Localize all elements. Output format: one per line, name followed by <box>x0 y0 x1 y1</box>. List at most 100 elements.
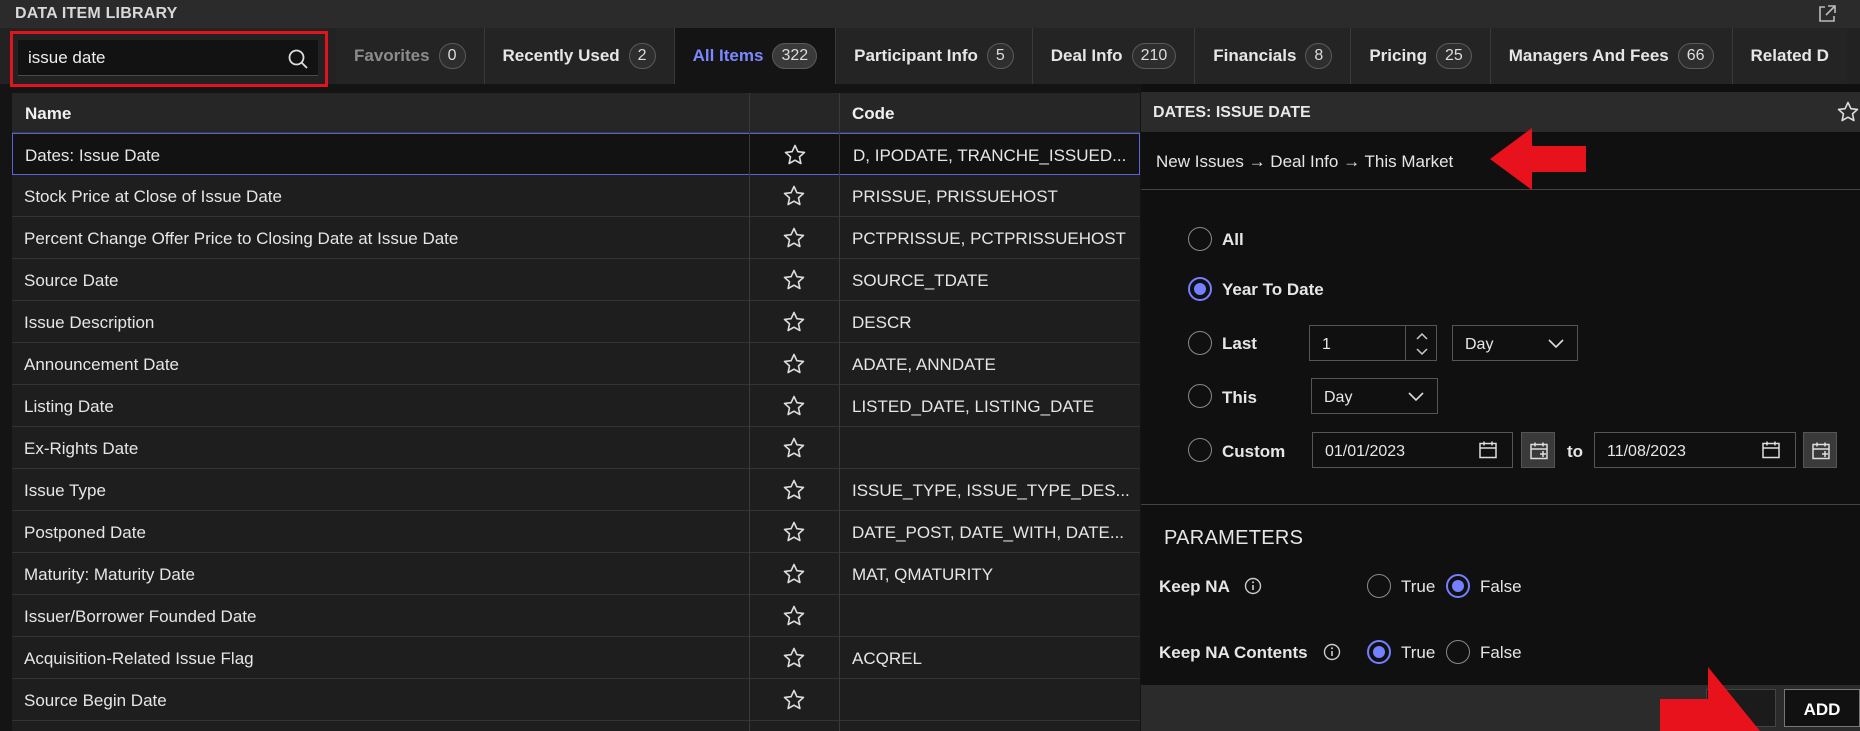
column-header-name[interactable]: Name <box>25 104 71 124</box>
star-icon[interactable] <box>782 352 806 376</box>
info-icon[interactable] <box>1323 643 1341 661</box>
keep-na-false-label: False <box>1480 577 1522 596</box>
popout-icon[interactable] <box>1816 3 1838 25</box>
table-row[interactable]: Issue Description DESCR <box>12 301 1140 343</box>
tab-financials[interactable]: Financials 8 <box>1195 28 1352 84</box>
row-name: Source Date <box>24 271 119 290</box>
breadcrumb: New Issues → Deal Info → This Market <box>1156 152 1454 171</box>
radio-all[interactable] <box>1188 227 1212 251</box>
row-code: DATE_POST, DATE_WITH, DATE... <box>852 523 1125 542</box>
star-icon[interactable] <box>782 436 806 460</box>
add-button[interactable]: ADD <box>1784 689 1860 727</box>
star-icon[interactable] <box>782 520 806 544</box>
radio-custom[interactable] <box>1188 438 1212 462</box>
tab-favorites[interactable]: Favorites 0 <box>336 28 485 84</box>
detail-header: DATES: ISSUE DATE <box>1141 92 1860 132</box>
column-header-code[interactable]: Code <box>852 104 895 124</box>
row-name: Source Begin Date <box>24 691 167 710</box>
keep-na-label: Keep NA <box>1159 577 1230 596</box>
star-icon[interactable] <box>782 394 806 418</box>
search-input[interactable] <box>18 40 318 76</box>
table-row[interactable]: Issue Type ISSUE_TYPE, ISSUE_TYPE_DES... <box>12 469 1140 511</box>
tab-label: Related D <box>1750 46 1829 65</box>
top-bar: Favorites 0 Recently Used 2 All Items 322 P… <box>0 28 1860 87</box>
row-name: Acquisition-Related Issue Flag <box>24 649 254 668</box>
tab-count: 322 <box>772 43 818 69</box>
this-unit-select[interactable]: Day <box>1311 378 1438 414</box>
keep-na-false-radio[interactable] <box>1446 574 1470 598</box>
quantity-stepper[interactable] <box>1405 325 1437 361</box>
radio-label-this: This <box>1222 388 1257 407</box>
arrow-annotation-icon <box>1660 667 1760 731</box>
keep-na-contents-true-radio[interactable] <box>1367 640 1391 664</box>
table-header: Name Code <box>12 93 1140 133</box>
calendar-icon[interactable] <box>1761 440 1781 460</box>
star-icon[interactable] <box>782 562 806 586</box>
star-icon[interactable] <box>782 688 806 712</box>
star-icon[interactable] <box>783 143 807 167</box>
table-row[interactable]: Issuer/Borrower Founded Date <box>12 595 1140 637</box>
table-row[interactable]: Maturity: Maturity Date MAT, QMATURITY <box>12 553 1140 595</box>
table-row[interactable]: Announcement Date ADATE, ANNDATE <box>12 343 1140 385</box>
column-divider <box>749 93 750 731</box>
this-unit-value: Day <box>1324 389 1353 406</box>
row-name: Listing Date <box>24 397 114 416</box>
tab-participant-info[interactable]: Participant Info 5 <box>836 28 1033 84</box>
star-icon[interactable] <box>782 604 806 628</box>
radio-this[interactable] <box>1188 384 1212 408</box>
table-row[interactable]: Percent Change Offer Price to Closing Da… <box>12 217 1140 259</box>
table-row[interactable]: Listing Date LISTED_DATE, LISTING_DATE <box>12 385 1140 427</box>
search-icon[interactable] <box>287 48 309 70</box>
table-row[interactable]: Source Begin Date <box>12 679 1140 721</box>
radio-label-custom: Custom <box>1222 442 1286 461</box>
calendar-icon[interactable] <box>1478 440 1498 460</box>
row-code: SOURCE_TDATE <box>852 271 989 290</box>
tab-deal-info[interactable]: Deal Info 210 <box>1032 28 1196 84</box>
table-row[interactable]: Postponed Date DATE_POST, DATE_WITH, DATE… <box>12 511 1140 553</box>
row-code: ISSUE_TYPE, ISSUE_TYPE_DES... <box>852 481 1130 500</box>
favorite-star-icon[interactable] <box>1836 100 1860 124</box>
calendar-add-button[interactable] <box>1521 432 1555 468</box>
tab-count: 5 <box>986 43 1014 69</box>
star-icon[interactable] <box>782 310 806 334</box>
chevron-up-icon[interactable] <box>1415 331 1429 341</box>
row-code: PRISSUE, PRISSUEHOST <box>852 187 1058 206</box>
info-icon[interactable] <box>1244 577 1262 595</box>
row-name: Maturity: Maturity Date <box>24 565 195 584</box>
keep-na-true-radio[interactable] <box>1367 574 1391 598</box>
tab-all-items[interactable]: All Items 322 <box>674 28 837 84</box>
star-icon[interactable] <box>782 268 806 292</box>
star-icon[interactable] <box>782 478 806 502</box>
tab-related[interactable]: Related D <box>1732 28 1847 84</box>
table-row[interactable]: Ex-Rights Date <box>12 427 1140 469</box>
radio-last[interactable] <box>1188 331 1212 355</box>
keep-na-true-label: True <box>1401 577 1436 596</box>
row-name: Issue Type <box>24 481 106 500</box>
chevron-down-icon[interactable] <box>1415 347 1429 357</box>
row-name: Postponed Date <box>24 523 146 542</box>
table-row[interactable]: Source Date SOURCE_TDATE <box>12 259 1140 301</box>
tab-managers-and-fees[interactable]: Managers And Fees 66 <box>1490 28 1733 84</box>
last-unit-select[interactable]: Day <box>1452 325 1578 361</box>
chevron-down-icon <box>1548 339 1564 349</box>
column-divider <box>839 93 840 731</box>
tab-label: Favorites <box>354 46 430 65</box>
table-row[interactable]: Dates: Issue Date D, IPODATE, TRANCHE_ISS… <box>12 133 1140 175</box>
window-title: DATA ITEM LIBRARY <box>15 5 178 22</box>
tab-count: 2 <box>628 43 656 69</box>
star-icon[interactable] <box>782 646 806 670</box>
tab-recently-used[interactable]: Recently Used 2 <box>484 28 675 84</box>
table-row[interactable]: Stock Price at Close of Issue Date PRISSU… <box>12 175 1140 217</box>
radio-year-to-date[interactable] <box>1188 277 1212 301</box>
calendar-add-button[interactable] <box>1803 432 1837 468</box>
last-value-input[interactable]: 1 <box>1309 325 1406 361</box>
row-name: Dates: Issue Date <box>25 146 161 165</box>
row-name: Percent Change Offer Price to Closing Da… <box>24 229 459 248</box>
keep-na-contents-false-radio[interactable] <box>1446 640 1470 664</box>
tab-label: Participant Info <box>854 46 978 65</box>
star-icon[interactable] <box>782 226 806 250</box>
star-icon[interactable] <box>782 184 806 208</box>
table-row[interactable]: Acquisition-Related Issue Flag ACQREL <box>12 637 1140 679</box>
tab-pricing[interactable]: Pricing 25 <box>1351 28 1491 84</box>
tab-count: 8 <box>1305 43 1333 69</box>
